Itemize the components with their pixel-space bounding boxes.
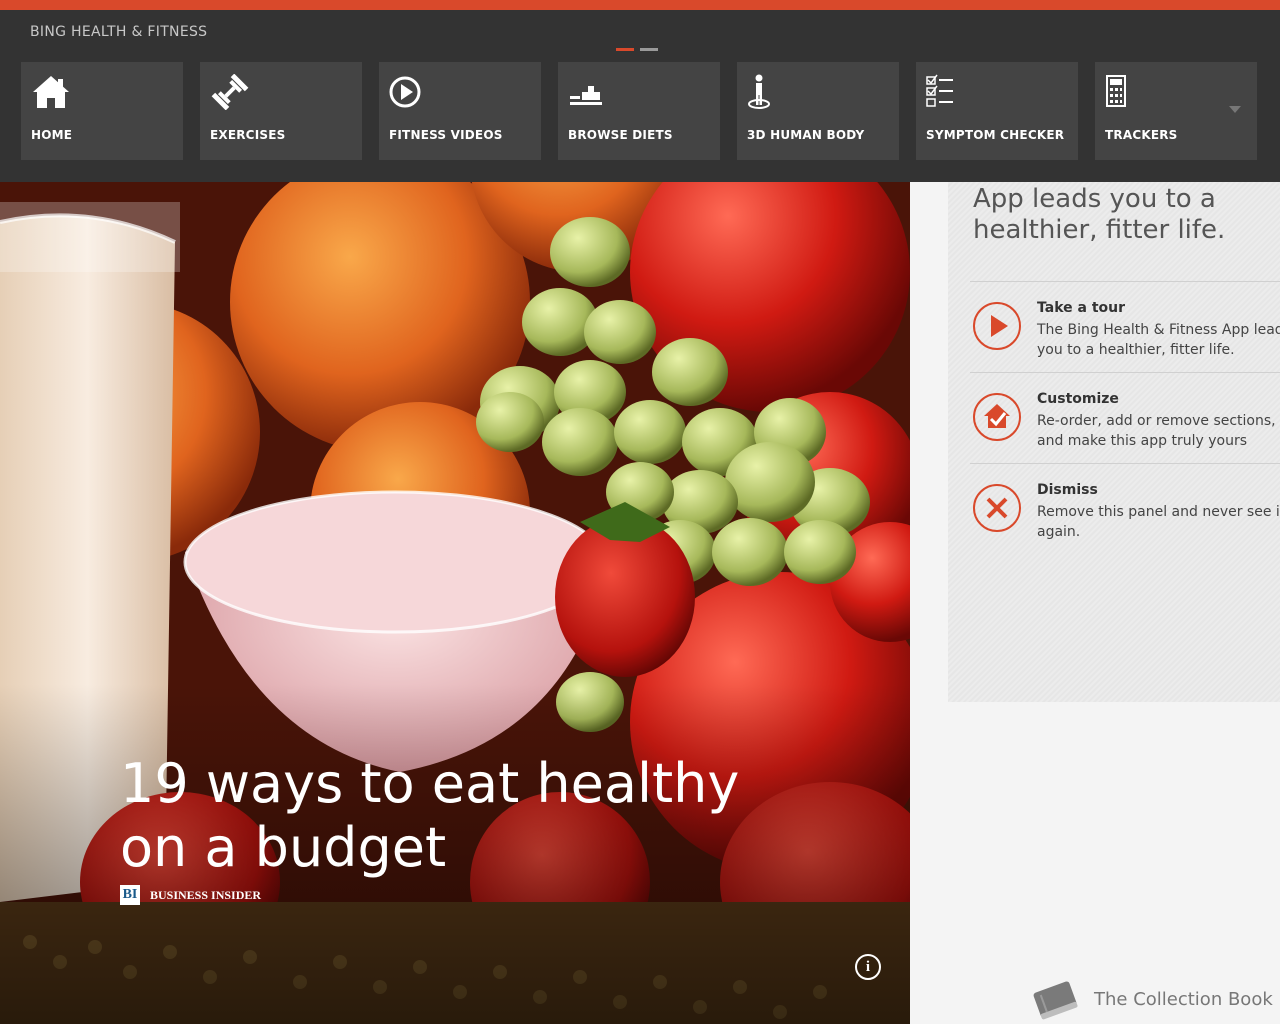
food-tray-icon bbox=[570, 86, 602, 105]
take-a-tour-button[interactable]: Take a tour The Bing Health & Fitness Ap… bbox=[970, 292, 1280, 382]
nav-tile-fitness-videos[interactable]: FITNESS VIDEOS bbox=[379, 62, 541, 160]
divider bbox=[970, 372, 1280, 373]
nav-tile-symptom-checker[interactable]: SYMPTOM CHECKER bbox=[916, 62, 1078, 160]
play-circle-icon bbox=[389, 76, 421, 108]
accent-bar bbox=[0, 0, 1280, 10]
watermark-text: The Collection Book bbox=[1094, 988, 1273, 1010]
info-icon[interactable]: i bbox=[855, 954, 881, 980]
nav-more-button[interactable] bbox=[1215, 62, 1256, 160]
source-name: BUSINESS INSIDER bbox=[150, 887, 262, 902]
page-dot bbox=[640, 48, 658, 51]
action-desc: Remove this panel and never see it again… bbox=[1037, 504, 1280, 540]
nav-label: EXERCISES bbox=[210, 128, 286, 142]
nav-label: FITNESS VIDEOS bbox=[389, 128, 503, 142]
article-source[interactable]: BI BUSINESS INSIDER bbox=[120, 885, 261, 905]
nav-tile-home[interactable]: HOME bbox=[21, 62, 183, 160]
customize-button[interactable]: Customize Re-order, add or remove sectio… bbox=[970, 383, 1280, 473]
welcome-panel: App leads you to a healthier, fitter lif… bbox=[948, 182, 1280, 702]
nav-tile-browse-diets[interactable]: BROWSE DIETS bbox=[558, 62, 720, 160]
nav-bar: BING HEALTH & FITNESS HOME EXERCISES FIT… bbox=[0, 10, 1280, 182]
action-desc: The Bing Health & Fitness App leads you … bbox=[1037, 322, 1280, 358]
home-icon bbox=[33, 76, 69, 108]
nav-tile-3d-human-body[interactable]: 3D HUMAN BODY bbox=[737, 62, 899, 160]
nav-label: HOME bbox=[31, 128, 73, 142]
page-indicator bbox=[616, 48, 658, 51]
human-body-icon bbox=[748, 74, 770, 109]
dumbbell-icon bbox=[211, 74, 249, 110]
checklist-icon bbox=[926, 74, 953, 107]
nav-label: SYMPTOM CHECKER bbox=[926, 128, 1065, 142]
action-desc: Re-order, add or remove sections, and ma… bbox=[1037, 413, 1276, 449]
hero-article[interactable]: 19 ways to eat healthy on a budget BI BU… bbox=[0, 182, 910, 1024]
action-title: Customize bbox=[1037, 391, 1119, 407]
page-dot-active bbox=[616, 48, 634, 51]
hero-title[interactable]: 19 ways to eat healthy on a budget bbox=[120, 752, 820, 880]
house-check-icon bbox=[973, 393, 1021, 441]
nav-label: TRACKERS bbox=[1105, 128, 1178, 142]
nav-label: 3D HUMAN BODY bbox=[747, 128, 865, 142]
action-title: Take a tour bbox=[1037, 300, 1125, 316]
close-icon bbox=[973, 484, 1021, 532]
chevron-down-icon bbox=[1229, 106, 1241, 113]
business-insider-logo: BI bbox=[120, 885, 140, 905]
divider bbox=[970, 463, 1280, 464]
calculator-icon bbox=[1106, 75, 1126, 107]
divider bbox=[970, 281, 1280, 282]
panel-intro-text: App leads you to a healthier, fitter lif… bbox=[973, 184, 1226, 245]
app-title: BING HEALTH & FITNESS bbox=[30, 24, 208, 40]
dismiss-button[interactable]: Dismiss Remove this panel and never see … bbox=[970, 474, 1280, 564]
book-icon bbox=[1033, 981, 1078, 1020]
action-title: Dismiss bbox=[1037, 482, 1098, 498]
play-icon bbox=[973, 302, 1021, 350]
collection-book-watermark: The Collection Book bbox=[1030, 976, 1273, 1022]
nav-label: BROWSE DIETS bbox=[568, 128, 673, 142]
nav-tile-exercises[interactable]: EXERCISES bbox=[200, 62, 362, 160]
